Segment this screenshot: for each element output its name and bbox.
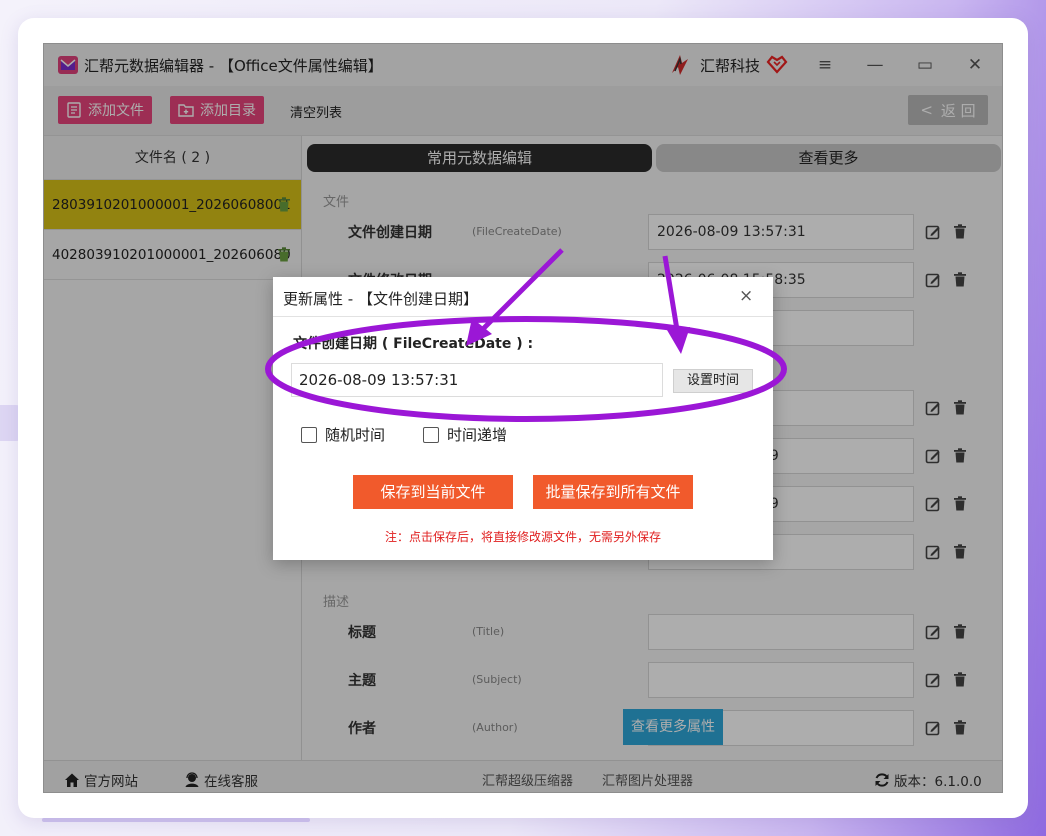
random-time-checkbox[interactable]: 随机时间: [301, 424, 385, 445]
save-warning-note: 注：点击保存后，将直接修改源文件，无需另外保存: [384, 530, 661, 544]
random-time-label: 随机时间: [325, 426, 386, 444]
checkbox-box: [301, 426, 317, 443]
update-property-dialog: 更新属性 - 【文件创建日期】 × 文件创建日期 ( FileCreateDat…: [273, 277, 773, 560]
save-current-file-button[interactable]: 保存到当前文件: [353, 475, 513, 509]
checkbox-box: [423, 426, 439, 443]
date-time-input[interactable]: 2026-08-09 13:57:31: [291, 363, 663, 397]
background-bar-decoration: [42, 818, 310, 822]
increment-time-label: 时间递增: [447, 426, 508, 444]
dialog-header: 更新属性 - 【文件创建日期】 ×: [273, 277, 773, 317]
dialog-field-label: 文件创建日期 ( FileCreateDate ) :: [293, 336, 534, 352]
set-time-button[interactable]: 设置时间: [673, 369, 753, 393]
increment-time-checkbox[interactable]: 时间递增: [423, 424, 507, 445]
dialog-close-icon[interactable]: ×: [739, 286, 753, 306]
batch-save-all-button[interactable]: 批量保存到所有文件: [533, 475, 693, 509]
dialog-title: 更新属性 - 【文件创建日期】: [283, 290, 478, 308]
